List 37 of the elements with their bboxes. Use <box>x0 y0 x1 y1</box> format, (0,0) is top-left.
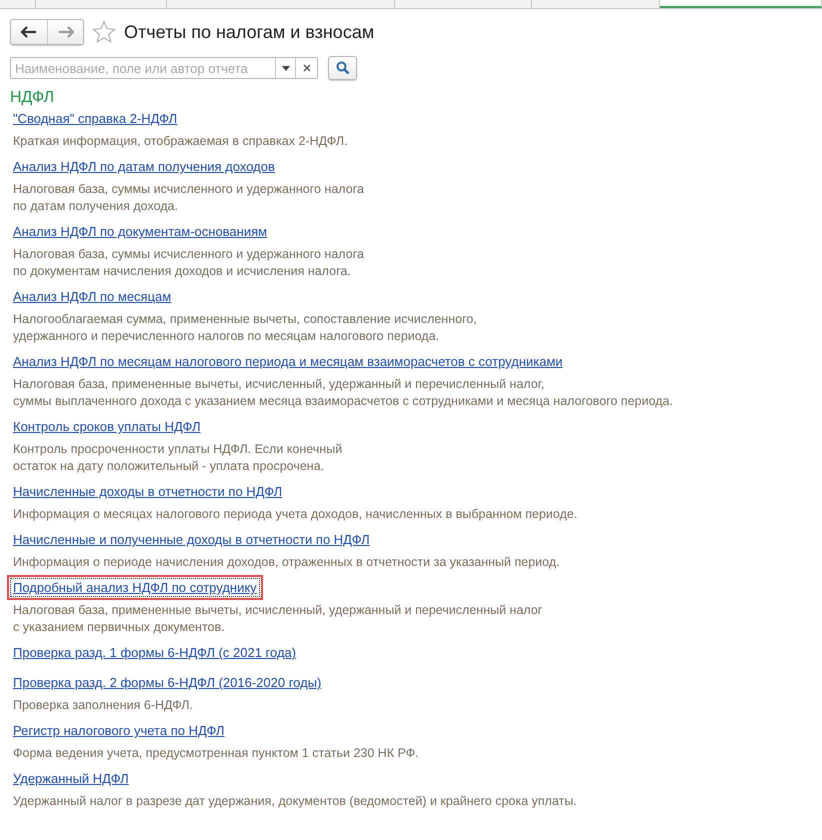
window-title: Отчеты по налогам и взносам <box>124 22 374 42</box>
report-link[interactable]: Проверка разд. 2 формы 6-НДФЛ (2016-2020 годы) <box>10 673 324 692</box>
report-link[interactable]: Регистр налогового учета по НДФЛ <box>10 721 228 740</box>
report-description: Проверка заполнения 6-НДФЛ. <box>12 697 193 714</box>
report-link[interactable]: Анализ НДФЛ по месяцам налогового периода и месяцам взаиморасчетов с сотрудниками <box>10 352 566 371</box>
report-description: Информация о месяцах налогового периода учета доходов, начисленных в выбранном периоде. <box>12 506 578 523</box>
report-description: Налоговая база, суммы исчисленного и удержанного налога по датам получения дохода. <box>12 181 364 215</box>
report-link[interactable]: Анализ НДФЛ по документам-основаниям <box>10 222 270 241</box>
search-icon <box>336 61 350 75</box>
report-description: Налоговая база, примененные вычеты, исчисленный, удержанный и перечисленный налог, суммы выплаченного дохода с указанием месяца взаиморасчетов с сотрудниками и месяца налогового периода. <box>12 376 673 410</box>
search-field[interactable]: Наименование, поле или автор отчета <box>10 57 318 79</box>
forward-arrow-icon <box>58 26 74 38</box>
report-description: Налоговая база, суммы исчисленного и удержанного налога по документам начисления доходов и исчисления налога. <box>12 246 364 280</box>
report-description: Налогооблагаемая сумма, примененные вычеты, сопоставление исчисленного, удержанного и перечисленного налогов по месяцам налогового периода. <box>12 311 477 345</box>
section-title: НДФЛ <box>10 88 56 108</box>
report-link[interactable]: Начисленные доходы в отчетности по НДФЛ <box>10 482 286 501</box>
report-description: Форма ведения учета, предусмотренная пунктом 1 статьи 230 НК РФ. <box>12 745 419 762</box>
report-link[interactable]: Контроль сроков уплаты НДФЛ <box>10 417 204 436</box>
report-description: Контроль просроченности уплаты НДФЛ. Если конечный остаток на дату положительный - уплата просрочена. <box>12 441 342 475</box>
star-icon[interactable] <box>92 20 116 44</box>
report-link[interactable]: Начисленные и полученные доходы в отчетности по НДФЛ <box>10 530 373 549</box>
tab[interactable] <box>660 0 822 8</box>
clear-button[interactable] <box>295 58 317 78</box>
report-link[interactable]: Удержанный НДФЛ <box>10 769 132 788</box>
report-description: Краткая информация, отображаемая в справках 2-НДФЛ. <box>12 133 348 150</box>
caret-icon <box>282 66 290 70</box>
report-link[interactable]: Проверка разд. 1 формы 6-НДФЛ (с 2021 года) <box>10 643 300 662</box>
report-description: Налоговая база, примененные вычеты, исчисленный, удержанный и перечисленный налог с указанием первичных документов. <box>12 602 542 636</box>
report-link[interactable]: Анализ НДФЛ по датам получения доходов <box>10 157 278 176</box>
report-description: Информация о периоде начисления доходов, отраженных в отчетности за указанный период. <box>12 554 560 571</box>
report-description: Удержанный налог в разрезе дат удержания, документов (ведомостей) и крайнего срока уплаты. <box>12 793 577 810</box>
report-link[interactable]: Анализ НДФЛ по месяцам <box>10 287 174 306</box>
back-arrow-icon <box>21 26 37 38</box>
search-button[interactable] <box>328 56 357 80</box>
report-link[interactable]: "Сводная" справка 2-НДФЛ <box>10 109 180 128</box>
close-icon <box>302 64 310 72</box>
report-link[interactable]: Подробный анализ НДФЛ по сотруднику <box>10 578 260 597</box>
